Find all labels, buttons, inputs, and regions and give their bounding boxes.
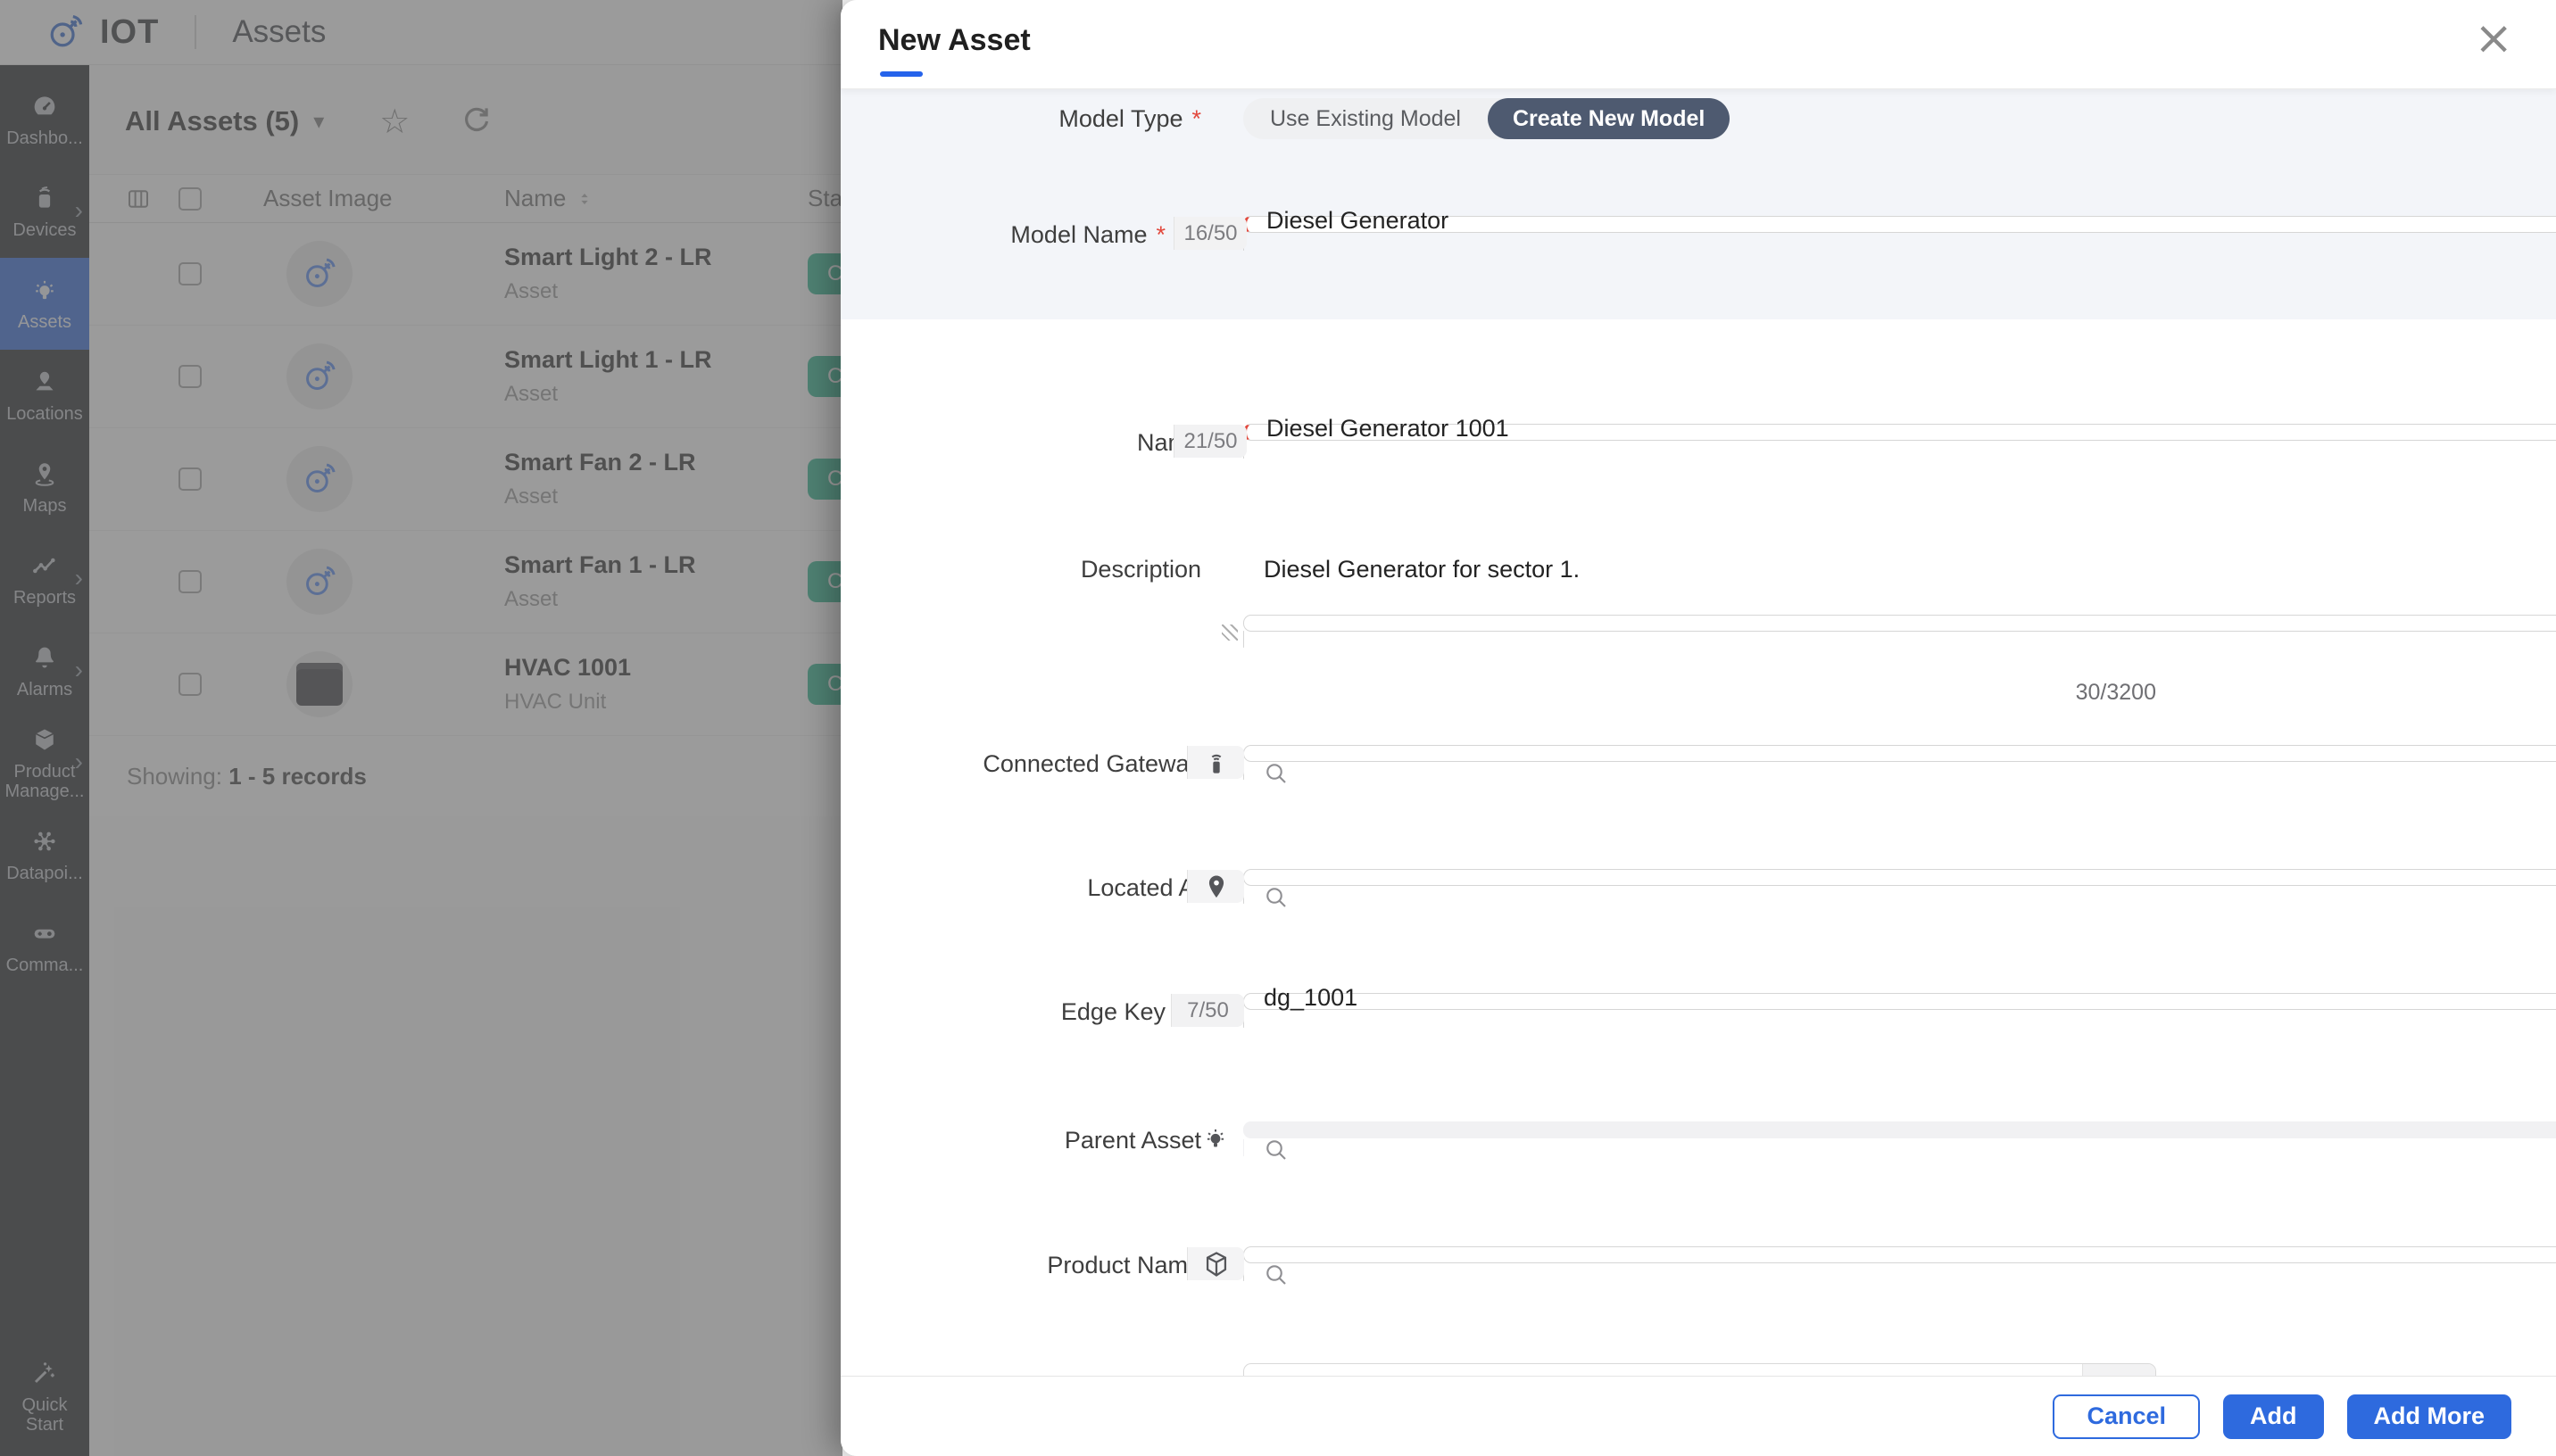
product-name-input[interactable] [1244, 1237, 2556, 1265]
asset-bulb-icon [1207, 1129, 1224, 1146]
located-at-input-wrap [1187, 860, 2556, 907]
gateway-picker-button[interactable] [1187, 746, 1244, 779]
search-icon [1266, 1140, 1286, 1160]
title-accent-bar [880, 71, 923, 77]
new-asset-modal: New Asset × Model Type * Use Existing Mod… [841, 0, 2556, 1456]
description-label: Description [1080, 556, 1201, 583]
char-counter: 21/50 [1174, 425, 1247, 458]
modal-header: New Asset × [841, 0, 2556, 89]
model-name-label: Model Name* i [841, 221, 1201, 249]
package-box-icon [1206, 1251, 1226, 1277]
description-textarea[interactable]: Diesel Generator for sector 1. [1244, 540, 2556, 627]
connected-gateway-input[interactable] [1244, 736, 2556, 764]
name-input-wrap: 21/50 [1174, 415, 2556, 459]
char-counter: 30/3200 [2075, 680, 2156, 705]
edge-key-input[interactable] [1244, 984, 2556, 1012]
edge-key-input-wrap: 7/50 [1171, 984, 2556, 1028]
asset-picker-button [1187, 1122, 1244, 1155]
modal-body: Model Type * Use Existing Model Create Ne… [841, 89, 2556, 1376]
search-icon [1266, 888, 1286, 907]
partial-next-field [1243, 1363, 2156, 1376]
connected-gateway-input-wrap [1187, 736, 2556, 783]
cancel-button[interactable]: Cancel [2053, 1394, 2201, 1439]
located-at-input[interactable] [1244, 860, 2556, 888]
connected-gateway-label: Connected Gateway [983, 750, 1201, 777]
parent-asset-label: Parent Asset [1064, 1127, 1201, 1154]
parent-asset-input-wrap [1207, 1113, 2556, 1160]
edge-key-label: Edge Key i [841, 998, 1201, 1026]
modal-title: New Asset [878, 23, 1031, 57]
name-label: Name [1136, 429, 1201, 456]
add-more-button[interactable]: Add More [2346, 1394, 2511, 1439]
gateway-icon [1211, 754, 1221, 774]
location-pin-icon [1208, 875, 1224, 898]
char-counter: 7/50 [1171, 994, 1244, 1027]
name-input[interactable] [1247, 415, 2556, 443]
char-counter: 16/50 [1174, 217, 1247, 250]
add-button[interactable]: Add [2223, 1394, 2324, 1439]
char-counter-sliver [2082, 1364, 2155, 1376]
search-icon [1266, 764, 1286, 783]
product-name-label: Product Name [1047, 1252, 1201, 1278]
modal-scrim[interactable] [0, 0, 842, 1456]
parent-asset-input [1244, 1113, 2556, 1140]
resize-grip-icon[interactable] [1222, 625, 1238, 641]
modal-footer: Cancel Add Add More [841, 1376, 2556, 1456]
location-picker-button[interactable] [1187, 870, 1244, 903]
product-name-input-wrap [1187, 1237, 2556, 1285]
required-asterisk: * [1156, 221, 1166, 248]
close-icon[interactable]: × [2469, 11, 2519, 66]
description-textarea-wrap: Diesel Generator for sector 1. [1222, 540, 2556, 648]
product-picker-button[interactable] [1187, 1247, 1244, 1280]
located-at-label: Located At [1087, 874, 1201, 901]
model-name-input[interactable] [1247, 207, 2556, 235]
product-name-row: Product Name [841, 89, 2556, 1285]
search-icon [1266, 1265, 1286, 1285]
